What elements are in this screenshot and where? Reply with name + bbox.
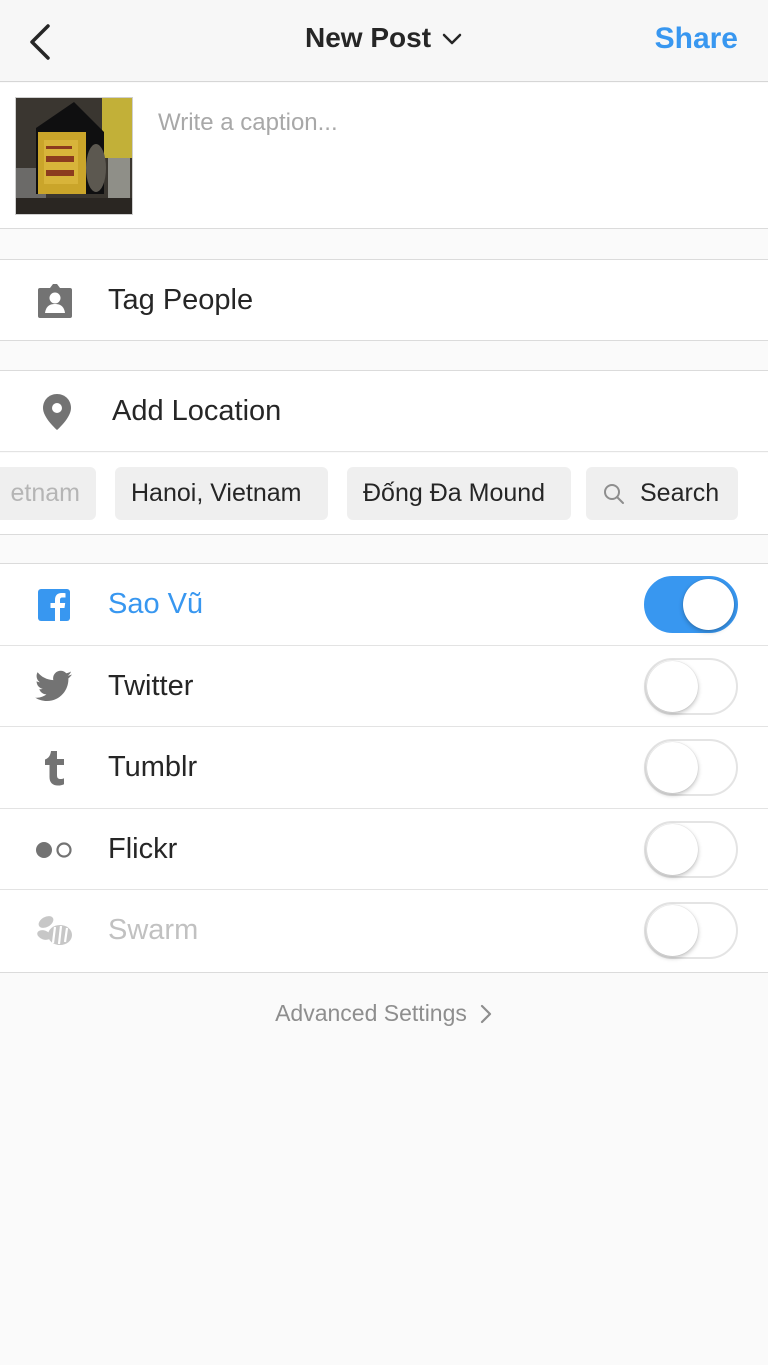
share-target-name: Sao Vũ: [108, 588, 204, 620]
share-button[interactable]: Share: [655, 22, 738, 56]
toggle-knob: [683, 579, 734, 630]
facebook-icon: [34, 585, 74, 625]
add-location-row[interactable]: Add Location: [0, 370, 768, 452]
caption-section: [0, 83, 768, 229]
flickr-toggle[interactable]: [644, 820, 738, 878]
advanced-settings-label: Advanced Settings: [275, 1000, 467, 1026]
post-type-selector[interactable]: New Post: [0, 22, 768, 54]
location-search-chip[interactable]: Search: [586, 467, 738, 520]
share-target-name: Twitter: [108, 669, 194, 702]
share-target-name: Swarm: [108, 914, 199, 947]
tag-people-label: Tag People: [108, 284, 254, 316]
share-row-twitter: Twitter: [0, 646, 768, 728]
location-pin-icon: [36, 391, 78, 433]
add-location-label: Add Location: [112, 395, 282, 427]
tumblr-icon: [34, 748, 74, 788]
toggle-knob: [647, 905, 698, 957]
advanced-settings-link[interactable]: Advanced Settings: [0, 1000, 768, 1027]
caption-input[interactable]: [158, 103, 748, 143]
location-chip[interactable]: etnam: [0, 467, 96, 520]
share-row-flickr: Flickr: [0, 809, 768, 891]
swarm-icon: [34, 911, 74, 951]
twitter-toggle[interactable]: [644, 657, 738, 715]
location-suggestions: etnam Hanoi, Vietnam Đống Đa Mound Searc…: [0, 453, 768, 535]
location-chip-dong-da[interactable]: Đống Đa Mound: [347, 467, 571, 520]
toggle-knob: [647, 660, 698, 712]
swarm-toggle[interactable]: [644, 902, 738, 960]
toggle-knob: [647, 742, 698, 794]
twitter-icon: [34, 667, 74, 707]
nav-header: New Post Share: [0, 0, 768, 82]
post-thumbnail[interactable]: [15, 97, 133, 215]
facebook-toggle[interactable]: [644, 576, 738, 633]
chevron-down-icon: [442, 33, 462, 45]
search-icon: [604, 483, 624, 504]
share-targets-list: Sao Vũ Twitter Tumblr Flickr Swarm: [0, 563, 768, 973]
tag-person-icon: [34, 280, 76, 322]
page-title: New Post: [304, 22, 432, 53]
tumblr-toggle[interactable]: [644, 739, 738, 797]
share-target-name: Flickr: [108, 832, 178, 865]
share-target-name: Tumblr: [108, 751, 198, 784]
chevron-right-icon: [480, 1004, 491, 1023]
share-row-swarm: Swarm: [0, 890, 768, 972]
share-row-tumblr: Tumblr: [0, 727, 768, 809]
book-photo-image: [16, 98, 132, 214]
flickr-icon: [34, 830, 74, 870]
tag-people-row[interactable]: Tag People: [0, 259, 768, 341]
share-row-facebook: Sao Vũ: [0, 564, 768, 646]
location-chip-hanoi[interactable]: Hanoi, Vietnam: [115, 467, 328, 520]
toggle-knob: [647, 823, 698, 875]
